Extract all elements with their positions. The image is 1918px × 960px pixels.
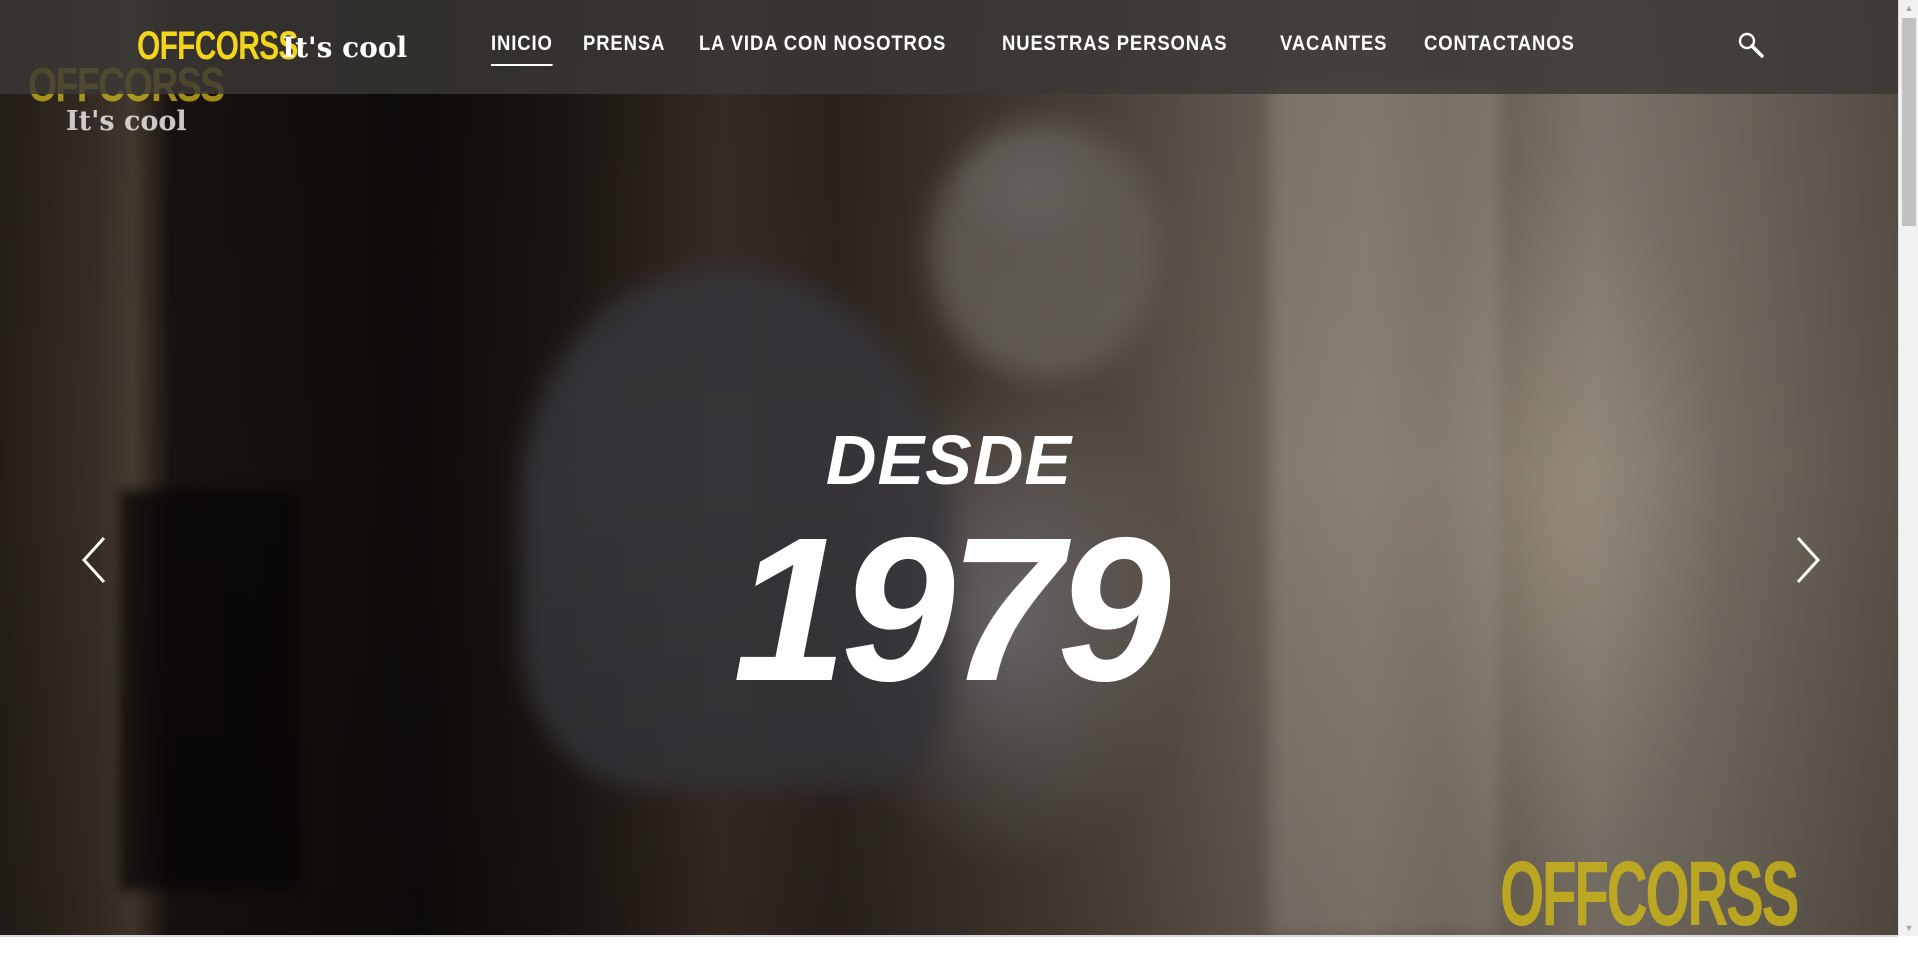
hero-headline-year: 1979 [732,495,1171,724]
nav-item-prensa[interactable]: PRENSA [583,32,665,66]
chevron-left-icon[interactable] [76,530,116,590]
chevron-right-icon[interactable] [1786,530,1826,590]
nav-item-vacantes[interactable]: VACANTES [1280,32,1387,66]
nav-item-contactanos[interactable]: CONTACTANOS [1424,32,1575,66]
page-scrollbar[interactable]: ▲ ▼ [1898,0,1918,936]
scroll-down-icon[interactable]: ▼ [1899,920,1918,936]
corner-brand-logo: OFFCORSS [1500,843,1800,945]
logo-brand-text: OFFCORSS [137,24,298,68]
watermark-tagline: It's cool [66,106,187,137]
search-icon[interactable] [1736,30,1766,60]
hero-headline-small: DESDE [825,421,1073,499]
scroll-up-icon[interactable]: ▲ [1899,0,1918,16]
hero-background-shape [930,120,1160,380]
nav-item-nuestras-personas[interactable]: NUESTRAS PERSONAS [1002,32,1227,66]
nav-item-inicio[interactable]: INICIO [491,32,553,66]
main-menu: INICIO PRENSA LA VIDA CON NOSOTROS NUEST… [491,32,1617,66]
top-navigation-bar: OFFCORSS® It's cool INICIO PRENSA LA VID… [0,0,1898,94]
nav-item-la-vida-con-nosotros[interactable]: LA VIDA CON NOSOTROS [699,32,946,66]
scrollbar-thumb[interactable] [1902,18,1916,226]
logo-brand: OFFCORSS® [137,24,304,68]
logo-tagline: It's cool [282,31,408,64]
